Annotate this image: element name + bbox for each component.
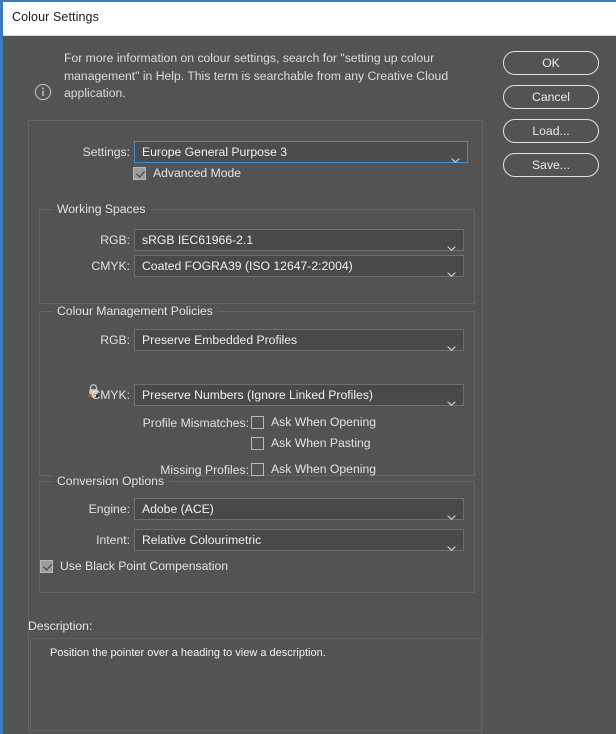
- settings-label: Settings:: [82, 145, 130, 159]
- description-text: Position the pointer over a heading to v…: [50, 647, 326, 659]
- working-spaces-rgb-select[interactable]: sRGB IEC61966-2.1: [134, 229, 464, 251]
- ask-when-pasting-box: [251, 437, 264, 450]
- cmp-rgb-label-row: RGB:: [30, 330, 130, 352]
- policies-rgb-select[interactable]: Preserve Embedded Profiles: [134, 329, 464, 351]
- working-spaces-cmyk-label: CMYK:: [91, 259, 130, 273]
- advanced-mode-label: Advanced Mode: [153, 166, 242, 180]
- working-spaces-title: Working Spaces: [52, 202, 151, 216]
- engine-label-row: Engine:: [30, 499, 130, 521]
- colour-settings-dialog: Colour Settings For more information on …: [0, 0, 616, 734]
- advanced-mode-checkbox-box: [133, 167, 146, 180]
- working-spaces-rgb-value: sRGB IEC61966-2.1: [142, 233, 254, 247]
- conversion-options-title: Conversion Options: [52, 474, 170, 488]
- colour-management-policies-title: Colour Management Policies: [52, 304, 218, 318]
- load-button[interactable]: Load...: [503, 119, 599, 143]
- info-row: For more information on colour settings,…: [27, 50, 479, 106]
- title-bar: Colour Settings: [3, 2, 616, 36]
- dialog-body: For more information on colour settings,…: [3, 36, 616, 734]
- intent-value: Relative Colourimetric: [142, 533, 262, 547]
- chevron-down-icon: [447, 393, 456, 406]
- policies-cmyk-value: Preserve Numbers (Ignore Linked Profiles…: [142, 388, 373, 402]
- policies-cmyk-select[interactable]: Preserve Numbers (Ignore Linked Profiles…: [134, 384, 464, 406]
- save-button[interactable]: Save...: [503, 153, 599, 177]
- intent-label-row: Intent:: [30, 530, 130, 552]
- working-spaces-cmyk-value: Coated FOGRA39 (ISO 12647-2:2004): [142, 259, 353, 273]
- profile-mismatches-label: Profile Mismatches:: [142, 416, 249, 430]
- black-point-compensation-label: Use Black Point Compensation: [60, 559, 229, 573]
- working-spaces-cmyk-select[interactable]: Coated FOGRA39 (ISO 12647-2:2004): [134, 255, 464, 277]
- window-title: Colour Settings: [12, 10, 99, 24]
- chevron-down-icon: [447, 238, 456, 251]
- chevron-down-icon: [447, 507, 456, 520]
- description-label: Description:: [28, 619, 93, 633]
- info-text: For more information on colour settings,…: [64, 51, 449, 100]
- settings-label-row: Settings:: [30, 142, 130, 164]
- chevron-down-icon: [447, 538, 456, 551]
- black-point-compensation-box: [40, 560, 53, 573]
- intent-select[interactable]: Relative Colourimetric: [134, 529, 464, 551]
- settings-select-value: Europe General Purpose 3: [142, 145, 287, 159]
- ask-when-opening-mismatch-label: Ask When Opening: [271, 415, 377, 429]
- chevron-down-icon: [447, 264, 456, 277]
- ask-when-pasting-label: Ask When Pasting: [271, 436, 371, 450]
- ws-rgb-label-row: RGB:: [30, 230, 130, 252]
- ask-when-opening-mismatch-box: [251, 416, 264, 429]
- engine-select[interactable]: Adobe (ACE): [134, 498, 464, 520]
- info-circle-icon: [34, 83, 52, 101]
- intent-label: Intent:: [96, 533, 130, 547]
- description-box: Position the pointer over a heading to v…: [30, 638, 482, 734]
- chevron-down-icon: [447, 338, 456, 351]
- dialog-button-column: OK Cancel Load... Save...: [503, 51, 599, 187]
- engine-label: Engine:: [88, 502, 130, 516]
- ask-when-opening-missing-box: [251, 463, 264, 476]
- settings-select[interactable]: Europe General Purpose 3: [134, 141, 468, 163]
- policies-cmyk-label: CMYK:: [91, 388, 130, 402]
- cancel-button[interactable]: Cancel: [503, 85, 599, 109]
- missing-profiles-label: Missing Profiles:: [160, 463, 249, 477]
- policies-rgb-value: Preserve Embedded Profiles: [142, 333, 298, 347]
- policies-rgb-label: RGB:: [100, 333, 130, 347]
- cmp-cmyk-label-row: CMYK:: [30, 385, 130, 407]
- working-spaces-rgb-label: RGB:: [100, 233, 130, 247]
- ok-button[interactable]: OK: [503, 51, 599, 75]
- chevron-down-icon: [451, 150, 460, 163]
- engine-value: Adobe (ACE): [142, 502, 214, 516]
- profile-mismatches-label-row: Profile Mismatches:: [30, 413, 249, 435]
- ws-cmyk-label-row: CMYK:: [30, 256, 130, 278]
- ask-when-opening-missing-label: Ask When Opening: [271, 462, 377, 476]
